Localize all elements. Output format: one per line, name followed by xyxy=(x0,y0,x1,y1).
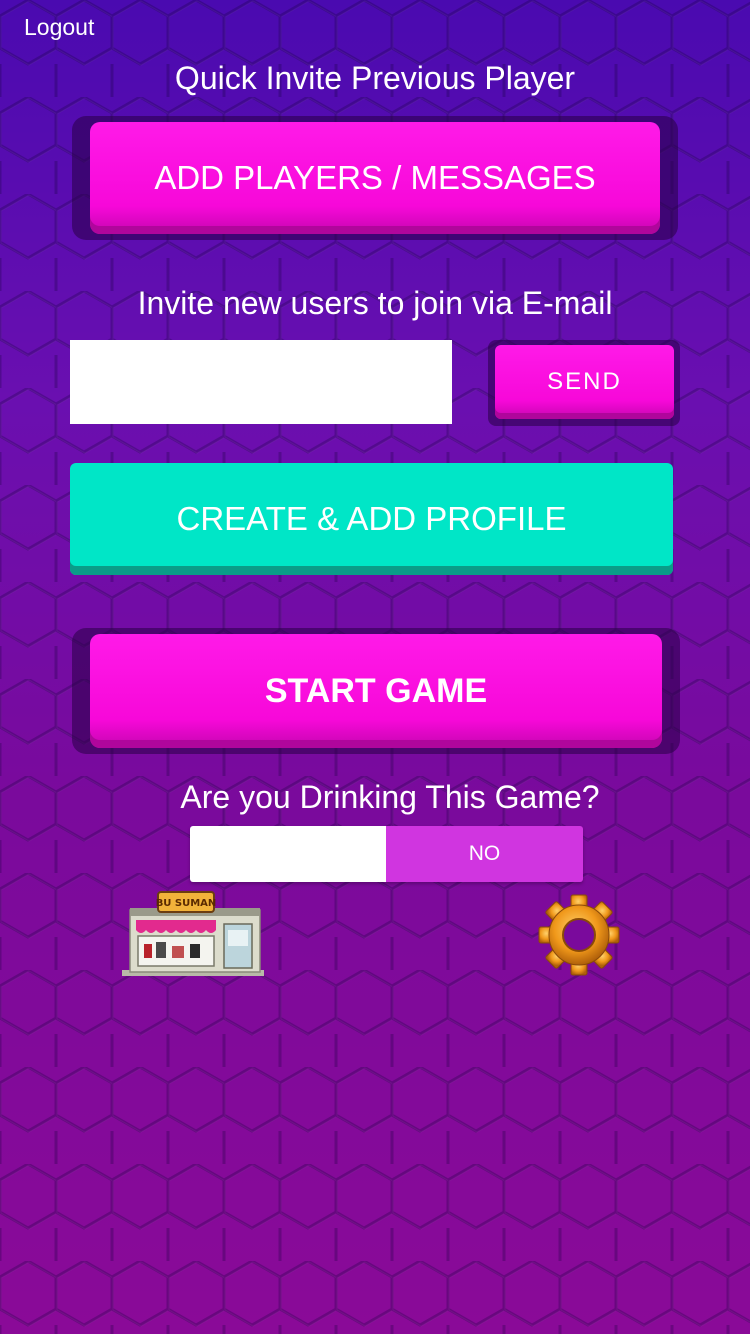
gear-icon[interactable] xyxy=(534,894,624,976)
logout-link[interactable]: Logout xyxy=(24,14,94,41)
start-game-button[interactable]: START GAME xyxy=(90,634,662,748)
create-add-profile-button[interactable]: CREATE & ADD PROFILE xyxy=(70,463,673,575)
shop-icon[interactable]: BU SUMAN xyxy=(120,890,266,978)
drinking-question-label: Are you Drinking This Game? xyxy=(180,779,600,815)
send-button[interactable]: SEND xyxy=(495,345,674,419)
shop-sign-text: BU SUMAN xyxy=(156,898,217,909)
toggle-yes-segment[interactable] xyxy=(190,826,386,882)
invite-email-label: Invite new users to join via E-mail xyxy=(137,285,613,321)
add-players-messages-button[interactable]: ADD PLAYERS / MESSAGES xyxy=(90,122,660,234)
toggle-no-segment[interactable]: NO xyxy=(386,826,583,882)
drinking-toggle[interactable]: NO xyxy=(190,826,583,882)
email-input[interactable] xyxy=(70,340,452,424)
quick-invite-title: Quick Invite Previous Player xyxy=(174,60,576,96)
